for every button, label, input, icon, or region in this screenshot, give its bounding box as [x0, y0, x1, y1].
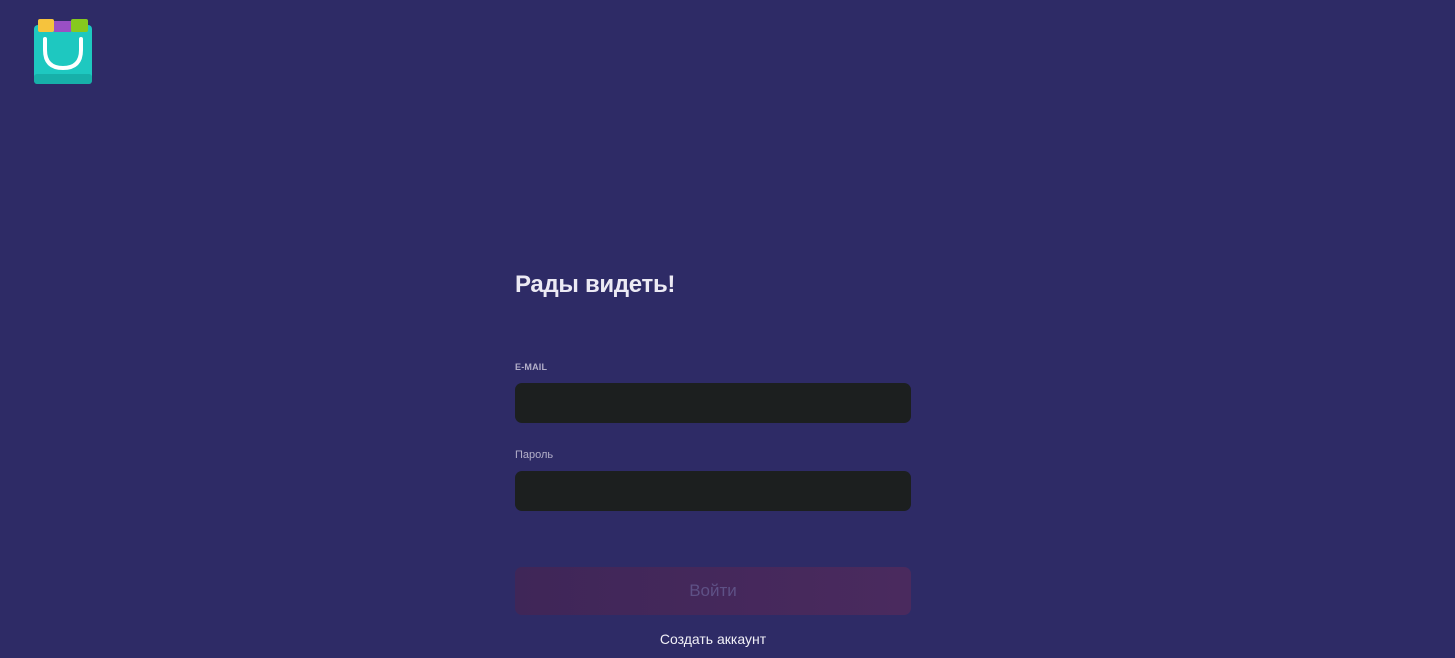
- shopping-bag-icon[interactable]: [34, 18, 92, 84]
- page-title: Рады видеть!: [515, 271, 676, 298]
- create-account-link[interactable]: Создать аккаунт: [515, 630, 911, 648]
- password-label: Пароль: [515, 449, 554, 461]
- password-field[interactable]: [515, 471, 911, 511]
- login-form: Рады видеть! E-MAIL Пароль Войти Создать…: [515, 268, 911, 647]
- login-page: Рады видеть! E-MAIL Пароль Войти Создать…: [0, 0, 1455, 658]
- email-label: E-MAIL: [515, 362, 548, 372]
- login-button[interactable]: Войти: [515, 567, 911, 615]
- email-field[interactable]: [515, 383, 911, 423]
